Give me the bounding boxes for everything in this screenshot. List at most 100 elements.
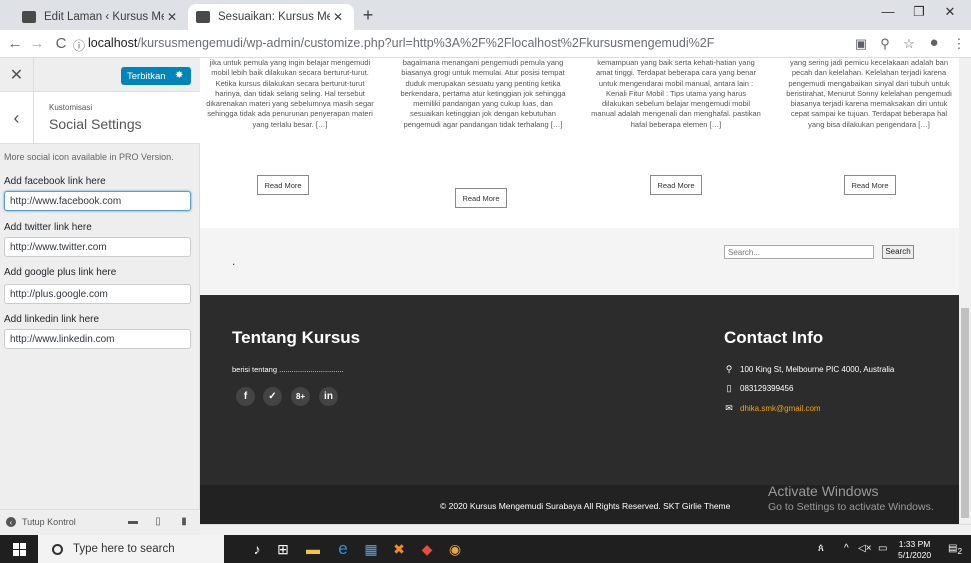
google-plus-link-input[interactable] [4, 284, 191, 304]
twitter-icon[interactable]: ✓ [263, 387, 282, 406]
chrome-icon[interactable]: ◉ [444, 538, 466, 560]
taskbar-search-placeholder: Type here to search [73, 543, 175, 555]
profile-icon[interactable]: ● [925, 34, 943, 51]
close-icon[interactable]: ✕ [330, 10, 346, 24]
collapse-icon: ‹ [6, 517, 16, 527]
phone-text: 083129399456 [740, 384, 794, 393]
edge-icon[interactable]: e [332, 538, 354, 560]
about-text: berisi tentang .........................… [232, 365, 344, 374]
tablet-preview-icon[interactable]: ▯ [152, 516, 164, 528]
mobile-preview-icon[interactable]: ▮ [178, 516, 190, 528]
address-line: ⚲ 100 King St, Melbourne PIC 4000, Austr… [724, 364, 895, 375]
post-excerpt: bagaimana menangani pengemudi pemula yan… [400, 58, 566, 129]
google-plus-icon[interactable]: 8+ [291, 387, 310, 406]
cortana-icon [52, 543, 63, 555]
xampp-icon[interactable]: ✖ [388, 538, 410, 560]
notification-count: 2 [957, 546, 963, 556]
read-more-button[interactable]: Read More [257, 175, 309, 195]
linkedin-link-input[interactable] [4, 329, 191, 349]
back-chevron-icon[interactable]: ‹ [0, 92, 34, 144]
breadcrumb: Kustomisasi [49, 103, 93, 112]
close-icon[interactable]: ✕ [0, 58, 34, 92]
url-path: /kursusmengemudi/wp-admin/customize.php?… [137, 36, 715, 50]
window-close-icon[interactable]: ✕ [938, 4, 962, 20]
network-icon[interactable]: ▭ [878, 543, 887, 554]
app-icon[interactable]: ▦ [360, 538, 382, 560]
email-line[interactable]: ✉ dhika.smk@gmail.com [724, 403, 821, 414]
reload-icon[interactable]: C [52, 35, 70, 52]
facebook-link-input[interactable] [4, 191, 191, 211]
copyright-text: © 2020 Kursus Mengemudi Surabaya All Rig… [440, 501, 731, 511]
task-view-icon[interactable]: ⊞ [272, 538, 294, 560]
people-icon[interactable]: ጰ [818, 543, 824, 554]
read-more-button[interactable]: Read More [650, 175, 702, 195]
app-pin-icon[interactable]: ◆ [416, 538, 438, 560]
publish-label: Terbitkan [127, 70, 166, 82]
browser-tab-strip: Edit Laman ‹ Kursus Mengemudi ✕ Sesuaika… [0, 0, 971, 30]
windows-logo-icon [12, 542, 26, 556]
start-button[interactable] [0, 535, 38, 563]
address-bar[interactable]: localhost/kursusmengemudi/wp-admin/custo… [88, 36, 714, 50]
twitter-label: Add twitter link here [4, 222, 92, 233]
facebook-icon[interactable]: f [236, 387, 255, 406]
back-arrow-icon[interactable]: ← [6, 35, 24, 52]
tab-title: Sesuaikan: Kursus Mengemudi S [218, 11, 330, 23]
new-tab-button[interactable]: + [358, 5, 378, 26]
post-excerpt: kemampuan yang baik serta kehati-hatian … [591, 58, 761, 129]
tab-edit-laman[interactable]: Edit Laman ‹ Kursus Mengemudi ✕ [14, 4, 188, 30]
bookmark-star-icon[interactable]: ☆ [900, 36, 918, 52]
file-explorer-icon[interactable]: ▬ [302, 538, 324, 560]
envelope-icon: ✉ [725, 403, 733, 413]
desktop-preview-icon[interactable]: ▬ [127, 516, 139, 528]
widget-dot: . [232, 254, 236, 268]
post-excerpt: jika untuk pemula yang ingin belajar men… [206, 58, 374, 129]
favicon-icon [22, 11, 36, 23]
horizontal-scrollbar[interactable] [200, 524, 971, 535]
tray-chevron-icon[interactable]: ^ [844, 543, 849, 554]
google-plus-label: Add google plus link here [4, 267, 117, 278]
publish-button[interactable]: Terbitkan ✸ [121, 67, 191, 85]
minimize-icon[interactable]: — [876, 4, 900, 19]
read-more-button[interactable]: Read More [844, 175, 896, 195]
tab-title: Edit Laman ‹ Kursus Mengemudi [44, 11, 164, 23]
taskbar-search[interactable]: Type here to search [38, 535, 224, 563]
vertical-scrollbar[interactable] [959, 58, 971, 524]
phone-line: ▯ 083129399456 [724, 383, 794, 394]
gear-icon[interactable]: ✸ [175, 70, 187, 82]
close-icon[interactable]: ✕ [164, 10, 180, 24]
section-title-bar: ‹ Kustomisasi Social Settings [0, 92, 200, 144]
windows-taskbar: Type here to search ♪ ⊞ ▬ e ▦ ✖ ◆ ◉ ጰ ^ … [0, 535, 971, 563]
phone-icon: ▯ [726, 383, 732, 393]
search-input[interactable] [724, 245, 874, 259]
tab-sesuaikan[interactable]: Sesuaikan: Kursus Mengemudi S ✕ [188, 4, 354, 30]
scrollbar-thumb[interactable] [961, 308, 969, 518]
pro-note: More social icon available in PRO Versio… [4, 152, 174, 162]
hide-controls-button[interactable]: ‹ Tutup Kontrol [6, 517, 76, 527]
menu-dots-icon[interactable]: ⋮ [950, 36, 968, 52]
email-text[interactable]: dhika.smk@gmail.com [740, 404, 821, 413]
microphone-icon[interactable]: ♪ [246, 538, 268, 560]
facebook-label: Add facebook link here [4, 176, 106, 187]
info-icon[interactable]: ⓘ [70, 37, 88, 54]
linkedin-label: Add linkedin link here [4, 314, 100, 325]
forward-arrow-icon[interactable]: → [28, 35, 46, 52]
restore-icon[interactable]: ❐ [907, 4, 931, 20]
contact-title: Contact Info [724, 328, 824, 347]
notification-icon[interactable]: ▤2 [948, 543, 962, 556]
clock-date: 5/1/2020 [898, 550, 932, 560]
read-more-button[interactable]: Read More [455, 188, 507, 208]
volume-icon[interactable]: ◁× [858, 543, 872, 554]
post-grid: jika untuk pemula yang ingin belajar men… [200, 58, 971, 228]
about-title: Tentang Kursus [232, 328, 361, 347]
twitter-link-input[interactable] [4, 237, 191, 257]
site-footer: Tentang Kursus berisi tentang ..........… [200, 295, 971, 485]
system-clock[interactable]: 1:33 PM 5/1/2020 [898, 539, 931, 561]
translate-icon[interactable]: ▣ [852, 36, 870, 52]
linkedin-icon[interactable]: in [319, 387, 338, 406]
clock-time: 1:33 PM [898, 539, 931, 549]
screen: Edit Laman ‹ Kursus Mengemudi ✕ Sesuaika… [0, 0, 971, 563]
watermark-title: Activate Windows [768, 483, 879, 499]
zoom-icon[interactable]: ⚲ [876, 36, 894, 52]
customizer-sidebar: ✕ Terbitkan ✸ ‹ Kustomisasi Social Setti… [0, 58, 200, 535]
search-button[interactable]: Search [882, 245, 914, 259]
